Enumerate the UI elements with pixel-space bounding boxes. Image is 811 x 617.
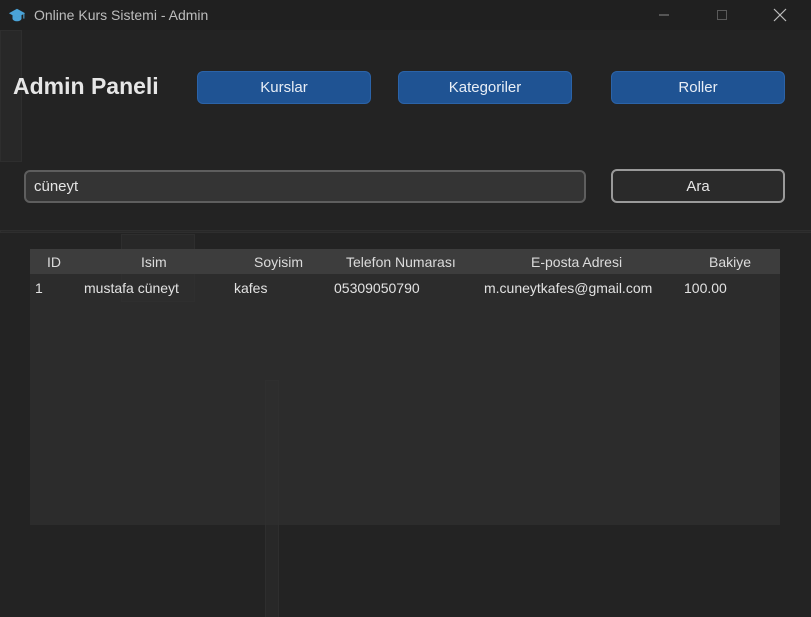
background-ghost-panel <box>0 230 811 233</box>
cell-balance: 100.00 <box>684 280 727 296</box>
minimize-icon <box>659 14 669 16</box>
users-table[interactable]: ID Isim Soyisim Telefon Numarası E-posta… <box>30 249 780 525</box>
admin-window: Online Kurs Sistemi - Admin Admin Paneli… <box>0 0 811 617</box>
courses-button[interactable]: Kurslar <box>197 71 371 104</box>
column-header-id[interactable]: ID <box>47 254 61 270</box>
maximize-icon <box>717 10 727 20</box>
cell-surname: kafes <box>234 280 268 296</box>
column-header-phone[interactable]: Telefon Numarası <box>346 254 456 270</box>
title-bar: Online Kurs Sistemi - Admin <box>0 0 811 30</box>
cell-phone: 05309050790 <box>334 280 420 296</box>
window-title: Online Kurs Sistemi - Admin <box>34 7 209 23</box>
maximize-button[interactable] <box>699 0 745 30</box>
cell-email: m.cuneytkafes@gmail.com <box>484 280 653 296</box>
search-input[interactable] <box>24 170 586 203</box>
cell-name: mustafa cüneyt <box>84 280 179 296</box>
close-icon <box>773 8 787 22</box>
close-button[interactable] <box>757 0 803 30</box>
cell-id: 1 <box>35 280 43 296</box>
column-header-email[interactable]: E-posta Adresi <box>531 254 622 270</box>
page-title: Admin Paneli <box>13 73 159 99</box>
table-header: ID Isim Soyisim Telefon Numarası E-posta… <box>30 249 780 274</box>
search-button[interactable]: Ara <box>611 169 785 203</box>
roles-button[interactable]: Roller <box>611 71 785 104</box>
graduation-cap-icon <box>8 8 26 22</box>
minimize-button[interactable] <box>641 0 687 30</box>
column-header-surname[interactable]: Soyisim <box>254 254 303 270</box>
column-header-name[interactable]: Isim <box>141 254 167 270</box>
categories-button[interactable]: Kategoriler <box>398 71 572 104</box>
column-header-balance[interactable]: Bakiye <box>709 254 751 270</box>
